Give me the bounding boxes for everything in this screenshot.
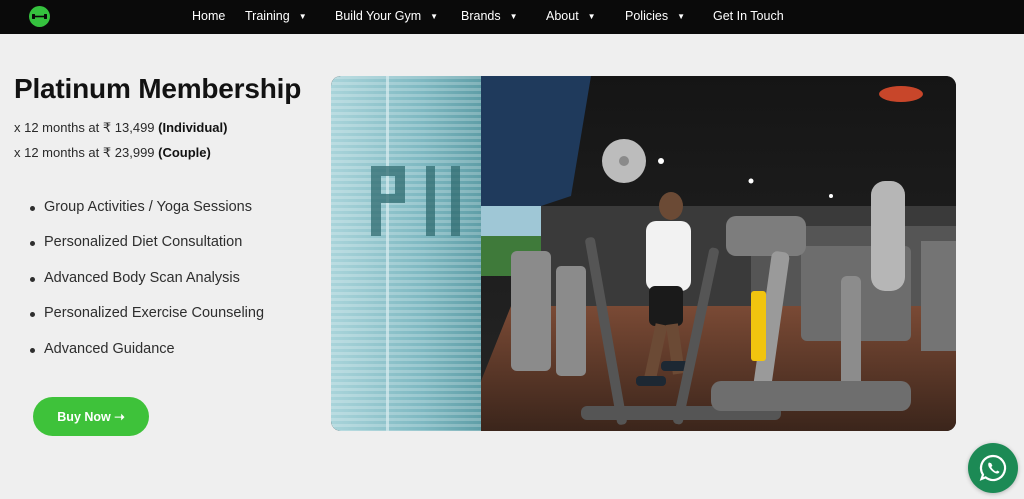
nav-label: Brands (461, 9, 501, 23)
price-couple: x 12 months at ₹ 23,999 (Couple) (14, 145, 211, 161)
nav-label: Training (245, 9, 290, 23)
nav-item-brands[interactable]: Brands ▼ (461, 0, 518, 34)
buy-now-button[interactable]: Buy Now ➝ (33, 397, 149, 436)
benefit-item: Group Activities / Yoga Sessions (30, 199, 264, 234)
price-type: (Individual) (158, 120, 228, 135)
whatsapp-icon[interactable] (968, 443, 1018, 493)
benefit-label: Advanced Guidance (44, 340, 175, 357)
price-individual: x 12 months at ₹ 13,499 (Individual) (14, 120, 227, 136)
top-navbar: Home Training ▼ Build Your Gym ▼ Brands ▼ A… (0, 0, 1024, 34)
bullet (30, 347, 35, 353)
benefit-item: Advanced Body Scan Analysis (30, 270, 264, 305)
bullet (30, 206, 35, 211)
bullet (30, 241, 35, 247)
nav-item-home[interactable]: Home (192, 0, 225, 34)
nav-label: Build Your Gym (335, 9, 422, 23)
nav-item-get-in-touch[interactable]: Get In Touch (713, 0, 784, 34)
benefits-list: Group Activities / Yoga Sessions Persona… (30, 199, 264, 376)
bullet (30, 312, 35, 318)
gym-hero-image (331, 76, 956, 431)
price-type: (Couple) (158, 145, 211, 160)
caret-down-icon: ▼ (677, 12, 685, 21)
benefit-label: Personalized Diet Consultation (44, 234, 243, 251)
caret-down-icon: ▼ (298, 12, 307, 21)
caret-down-icon: ▼ (509, 12, 518, 21)
benefit-label: Personalized Exercise Counseling (44, 305, 265, 322)
membership-title: Platinum Membership (14, 73, 302, 104)
nav-label: Home (192, 9, 226, 23)
benefit-label: Group Activities / Yoga Sessions (44, 199, 252, 215)
nav-label: Policies (625, 9, 669, 23)
nav-item-training[interactable]: Training ▼ (245, 0, 307, 34)
benefit-item: Personalized Exercise Counseling (30, 305, 264, 340)
gym-photo-illustration (331, 76, 956, 431)
price-text: x 12 months at ₹ 23,999 (14, 145, 159, 160)
dumbbell-icon[interactable] (29, 6, 50, 27)
benefit-item: Personalized Diet Consultation (30, 234, 264, 269)
nav-item-policies[interactable]: Policies ▼ (625, 0, 685, 34)
benefit-item: Advanced Guidance (30, 341, 264, 376)
nav-label: About (546, 9, 579, 23)
nav-item-about[interactable]: About ▼ (546, 0, 596, 34)
nav-item-build-your-gym[interactable]: Build Your Gym ▼ (335, 0, 438, 34)
caret-down-icon: ▼ (587, 12, 596, 21)
price-text: x 12 months at ₹ 13,499 (14, 120, 159, 135)
bullet (30, 276, 35, 282)
nav-label: Get In Touch (713, 9, 784, 23)
caret-down-icon: ▼ (430, 12, 439, 21)
benefit-label: Advanced Body Scan Analysis (44, 269, 240, 286)
